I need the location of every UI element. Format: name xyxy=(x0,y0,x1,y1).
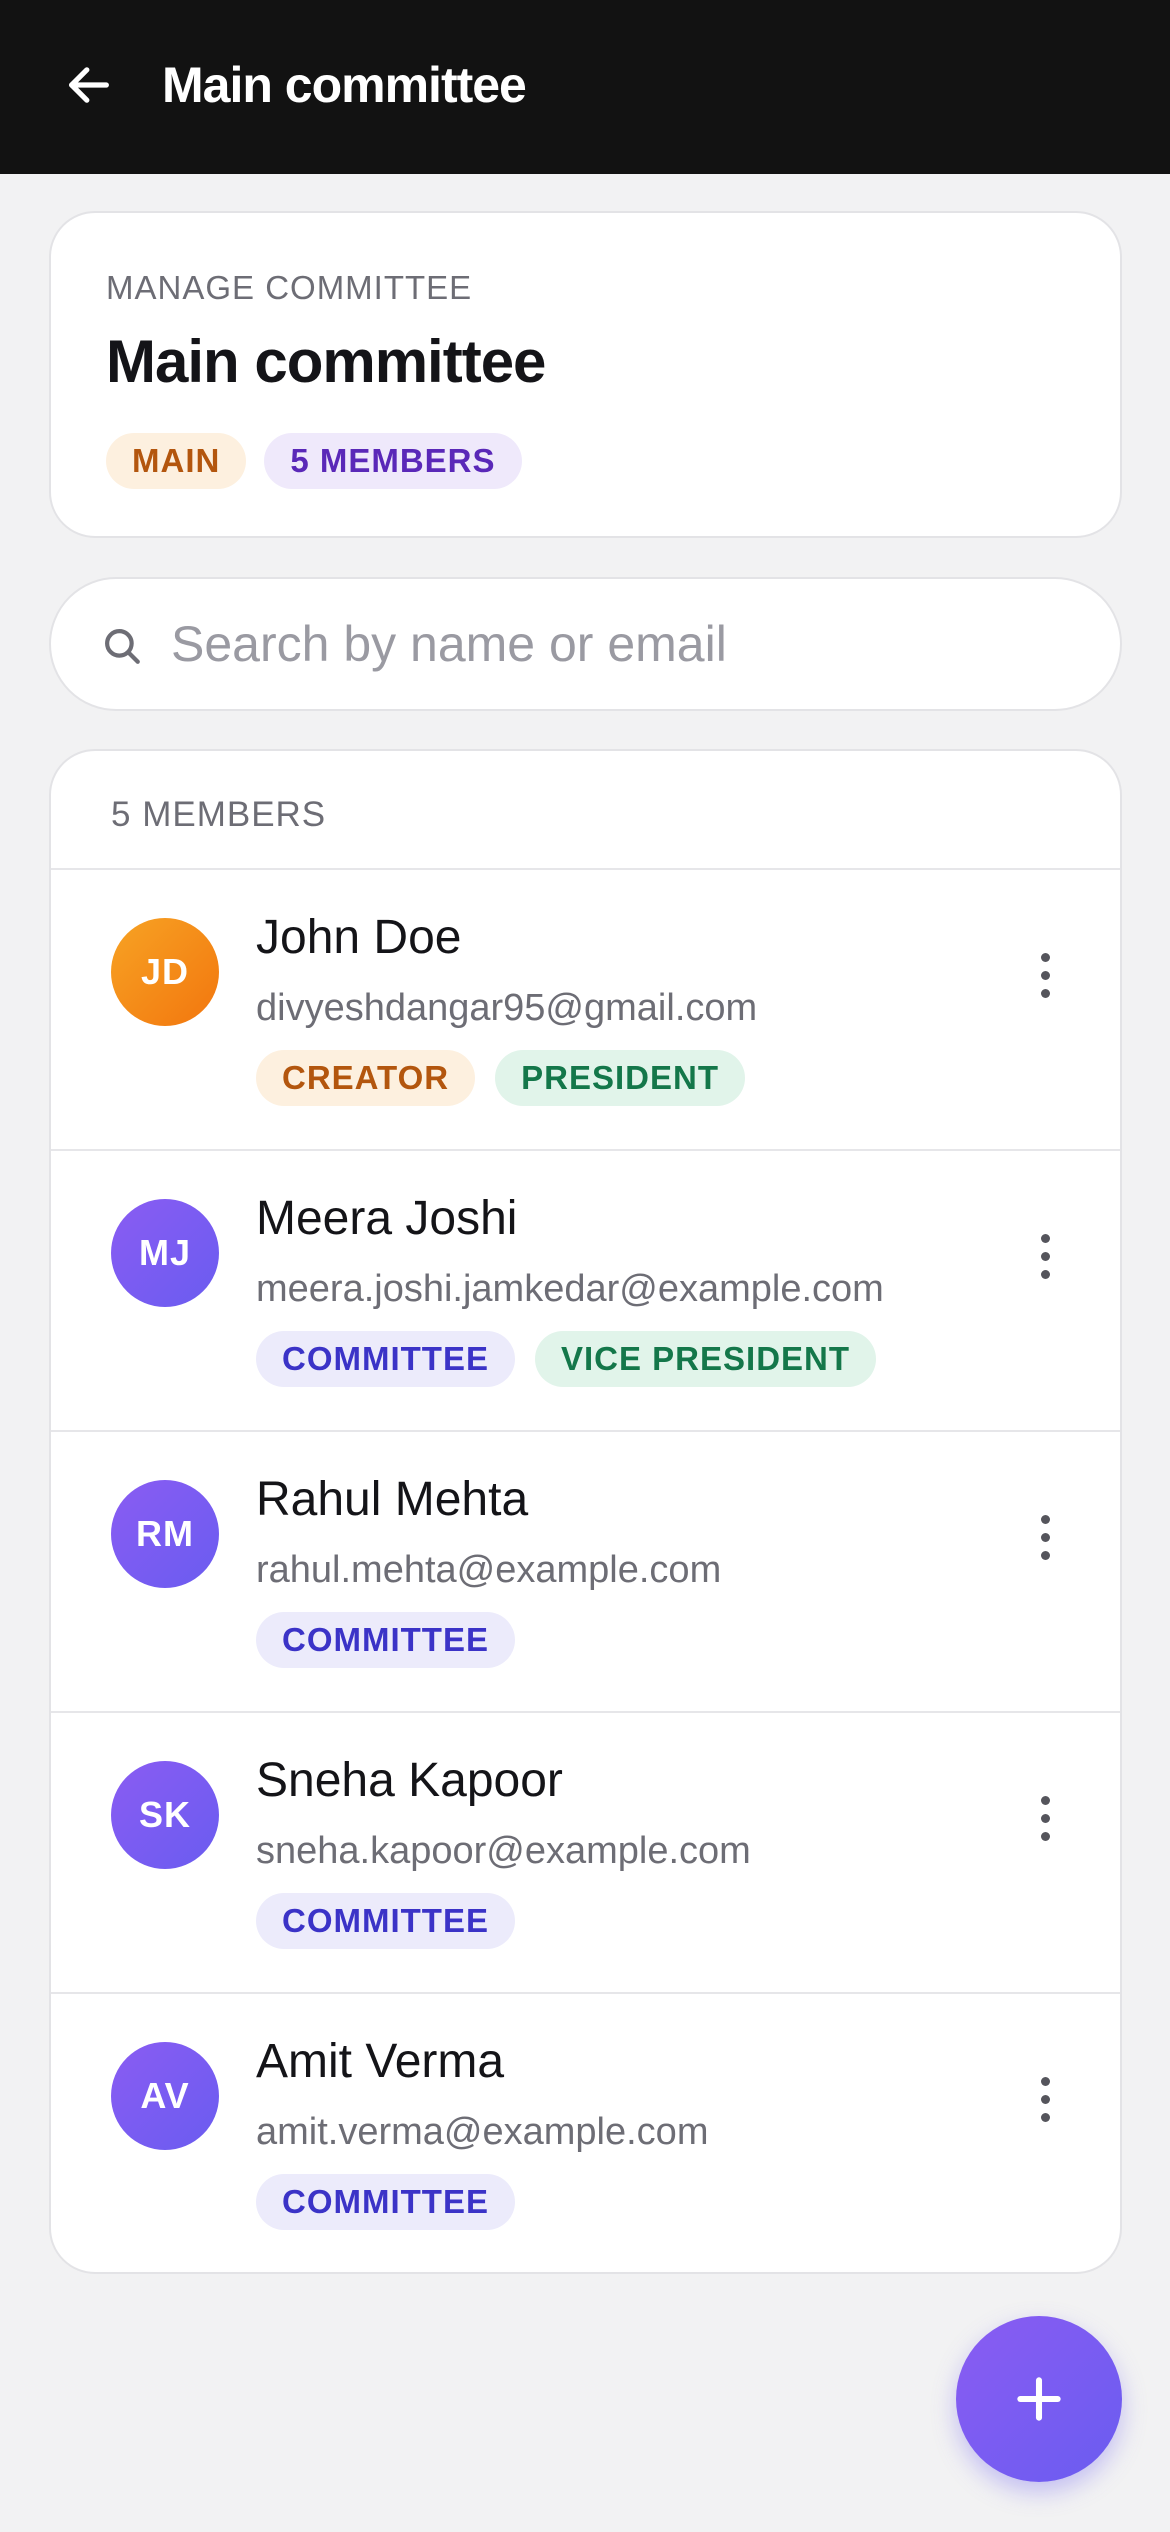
avatar: RM xyxy=(111,1480,219,1588)
plus-icon xyxy=(1017,2377,1061,2421)
members-count-label: 5 MEMBERS xyxy=(111,795,327,834)
more-vertical-icon xyxy=(1040,2094,1050,2104)
avatar: AV xyxy=(111,2042,219,2150)
more-options-button[interactable] xyxy=(1010,2054,1080,2144)
more-options-button[interactable] xyxy=(1010,1773,1080,1863)
committee-header-card: MANAGE COMMITTEE Main committee MAIN 5 M… xyxy=(49,211,1122,538)
search-icon xyxy=(105,629,140,664)
member-name: John Doe xyxy=(256,911,462,964)
committee-title: Main committee xyxy=(106,328,546,395)
more-vertical-icon xyxy=(1040,1251,1050,1261)
member-name: Sneha Kapoor xyxy=(256,1754,563,1807)
role-badge: COMMITTEE xyxy=(256,1331,515,1387)
more-vertical-icon xyxy=(1040,952,1050,962)
more-vertical-icon xyxy=(1040,1514,1050,1524)
member-list: JD John Doe divyeshdangar95@gmail.com CR… xyxy=(51,868,1120,2272)
more-options-button[interactable] xyxy=(1010,930,1080,1020)
role-badge: PRESIDENT xyxy=(495,1050,745,1106)
header-chips: MAIN 5 MEMBERS xyxy=(106,433,522,489)
search-input[interactable] xyxy=(171,599,1071,689)
member-name: Rahul Mehta xyxy=(256,1473,529,1526)
more-vertical-icon xyxy=(1040,1550,1050,1560)
header-eyebrow: MANAGE COMMITTEE xyxy=(106,269,473,306)
member-row[interactable]: JD John Doe divyeshdangar95@gmail.com CR… xyxy=(51,868,1120,1149)
add-member-button[interactable] xyxy=(956,2316,1122,2482)
more-vertical-icon xyxy=(1040,2112,1050,2122)
member-email: sneha.kapoor@example.com xyxy=(256,1830,751,1872)
member-roles: COMMITTEE xyxy=(256,1612,515,1668)
member-roles: CREATOR PRESIDENT xyxy=(256,1050,745,1106)
role-badge: COMMITTEE xyxy=(256,1612,515,1668)
member-email: meera.joshi.jamkedar@example.com xyxy=(256,1268,884,1310)
member-email: amit.verma@example.com xyxy=(256,2111,709,2153)
more-vertical-icon xyxy=(1040,988,1050,998)
member-email: rahul.mehta@example.com xyxy=(256,1549,722,1591)
avatar: MJ xyxy=(111,1199,219,1307)
member-roles: COMMITTEE xyxy=(256,1893,515,1949)
app-bar: Main committee xyxy=(0,0,1170,174)
member-name: Amit Verma xyxy=(256,2035,505,2088)
members-card: 5 MEMBERS JD John Doe divyeshdangar95@gm… xyxy=(49,749,1122,2274)
back-button[interactable] xyxy=(56,52,122,118)
member-row[interactable]: RM Rahul Mehta rahul.mehta@example.com C… xyxy=(51,1430,1120,1711)
arrow-left-icon xyxy=(69,67,109,103)
member-row[interactable]: AV Amit Verma amit.verma@example.com COM… xyxy=(51,1992,1120,2272)
member-count-badge: 5 MEMBERS xyxy=(264,433,522,489)
more-vertical-icon xyxy=(1040,2076,1050,2086)
member-name: Meera Joshi xyxy=(256,1192,518,1245)
committee-type-badge: MAIN xyxy=(106,433,247,489)
role-badge: COMMITTEE xyxy=(256,1893,515,1949)
search-bar[interactable] xyxy=(49,577,1122,711)
member-row[interactable]: MJ Meera Joshi meera.joshi.jamkedar@exam… xyxy=(51,1149,1120,1430)
more-vertical-icon xyxy=(1040,1813,1050,1823)
member-email: divyeshdangar95@gmail.com xyxy=(256,987,758,1029)
role-badge: COMMITTEE xyxy=(256,2174,515,2230)
role-badge: VICE PRESIDENT xyxy=(534,1331,877,1387)
more-vertical-icon xyxy=(1040,970,1050,980)
more-vertical-icon xyxy=(1040,1532,1050,1542)
more-vertical-icon xyxy=(1040,1269,1050,1279)
page-title: Main committee xyxy=(162,57,527,113)
more-vertical-icon xyxy=(1040,1831,1050,1841)
avatar: JD xyxy=(111,918,219,1026)
role-badge: CREATOR xyxy=(256,1050,476,1106)
member-roles: COMMITTEE xyxy=(256,2174,515,2230)
more-options-button[interactable] xyxy=(1010,1211,1080,1301)
member-row[interactable]: SK Sneha Kapoor sneha.kapoor@example.com… xyxy=(51,1711,1120,1992)
member-roles: COMMITTEE VICE PRESIDENT xyxy=(256,1331,877,1387)
more-options-button[interactable] xyxy=(1010,1492,1080,1582)
more-vertical-icon xyxy=(1040,1233,1050,1243)
more-vertical-icon xyxy=(1040,1795,1050,1805)
avatar: SK xyxy=(111,1761,219,1869)
